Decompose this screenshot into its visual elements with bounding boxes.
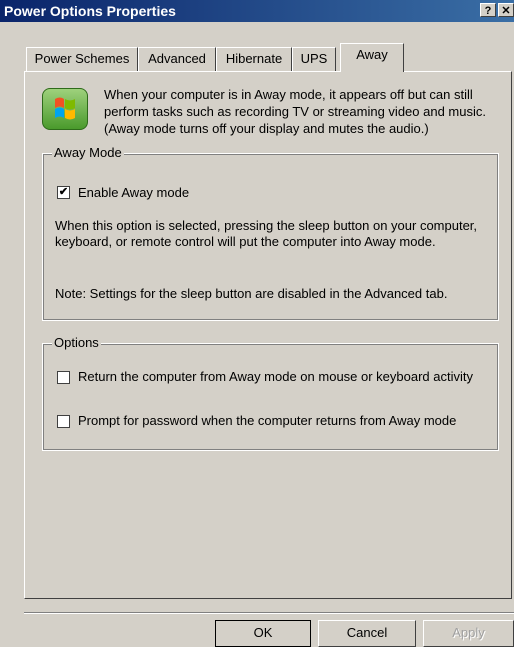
title-bar[interactable]: Power Options Properties ? ✕: [0, 0, 514, 22]
return-on-activity-checkbox[interactable]: [57, 371, 70, 384]
apply-button: Apply: [423, 620, 514, 647]
ok-button[interactable]: OK: [215, 620, 311, 647]
help-button[interactable]: ?: [480, 3, 496, 17]
tab-hibernate[interactable]: Hibernate: [216, 47, 292, 71]
options-group: [42, 343, 499, 451]
prompt-password-checkbox[interactable]: [57, 415, 70, 428]
options-group-label: Options: [52, 335, 101, 351]
enable-away-mode-label[interactable]: Enable Away mode: [78, 185, 189, 201]
away-mode-group-label: Away Mode: [52, 145, 124, 161]
button-divider: [24, 612, 514, 614]
away-mode-note: Note: Settings for the sleep button are …: [55, 286, 448, 301]
close-button[interactable]: ✕: [498, 3, 514, 17]
tab-power-schemes[interactable]: Power Schemes: [26, 47, 138, 71]
windows-logo-icon: [42, 88, 88, 130]
tab-ups[interactable]: UPS: [292, 47, 336, 71]
intro-text: When your computer is in Away mode, it a…: [104, 87, 486, 136]
prompt-password-label[interactable]: Prompt for password when the computer re…: [78, 413, 498, 429]
cancel-button[interactable]: Cancel: [318, 620, 416, 647]
tab-advanced[interactable]: Advanced: [138, 47, 216, 71]
enable-away-mode-checkbox[interactable]: ✔: [57, 186, 70, 199]
tab-away[interactable]: Away: [340, 43, 404, 72]
return-on-activity-label[interactable]: Return the computer from Away mode on mo…: [78, 369, 478, 385]
window-title: Power Options Properties: [4, 3, 176, 19]
away-mode-description: When this option is selected, pressing t…: [55, 218, 478, 249]
